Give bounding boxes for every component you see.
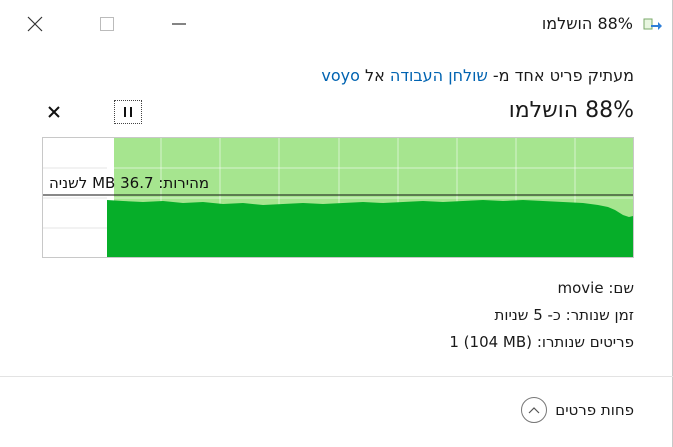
items-remaining-value: 1 (104 MB) [449, 333, 533, 351]
progress-percent-label: 88% הושלמו [508, 98, 634, 123]
fewer-details-label: פחות פרטים [555, 401, 634, 419]
speed-history-area [107, 200, 633, 257]
transfer-speed-graph: מהירות: 36.7 MB לשניה [42, 137, 634, 258]
name-value: movie [557, 279, 604, 297]
maximize-window-button[interactable] [84, 0, 130, 48]
pause-icon [124, 107, 132, 117]
cancel-button[interactable] [40, 100, 68, 124]
fewer-details-button[interactable]: פחות פרטים [521, 397, 634, 423]
close-window-button[interactable] [12, 0, 58, 48]
title-bar: 88% הושלמו [0, 0, 673, 48]
time-remaining-value: כ- 5 שניות [494, 306, 561, 324]
source-link[interactable]: שולחן העבודה [390, 66, 488, 85]
minimize-window-button[interactable] [156, 0, 202, 48]
divider [0, 376, 673, 377]
chevron-up-icon [521, 397, 548, 423]
destination-link[interactable]: voyo [321, 66, 360, 85]
speed-graph-svg [43, 138, 633, 257]
detail-time-remaining: זמן שנותר: כ- 5 שניות [495, 306, 635, 324]
close-icon [27, 16, 43, 32]
copy-description: מעתיק פריט אחד מ- שולחן העבודה אל voyo [321, 66, 634, 85]
minimize-icon [172, 23, 186, 25]
detail-name: שם: movie [558, 279, 634, 297]
maximize-icon [100, 17, 114, 31]
cancel-icon [48, 106, 60, 118]
detail-items-remaining: פריטים שנותרו: 1 (104 MB) [449, 333, 634, 351]
speed-label: מהירות: 36.7 MB לשניה [49, 174, 210, 192]
copy-progress-window: 88% הושלמו מעתיק פריט אחד מ- שולחן העבוד… [0, 0, 673, 447]
items-remaining-label: פריטים שנותרו: [536, 333, 634, 351]
time-remaining-label: זמן שנותר: [565, 306, 634, 324]
name-label: שם: [608, 279, 634, 297]
pause-button[interactable] [114, 100, 142, 124]
copy-middle: אל [364, 66, 385, 85]
copy-prefix: מעתיק פריט אחד מ- [492, 66, 634, 85]
window-title: 88% הושלמו [541, 14, 633, 33]
copy-arrow-icon [643, 17, 663, 33]
